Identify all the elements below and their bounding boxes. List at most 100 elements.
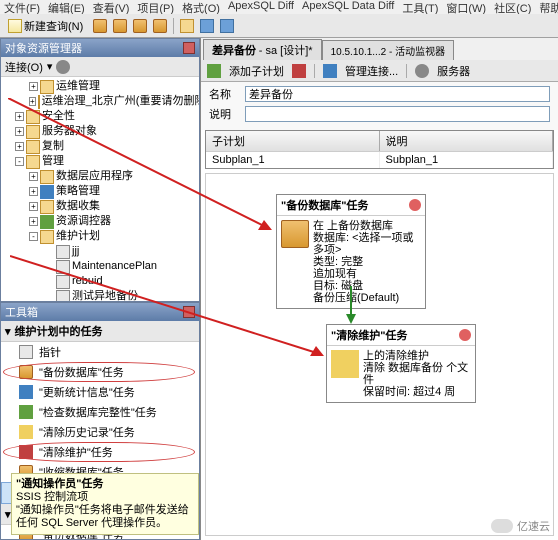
node-label: 策略管理: [56, 184, 100, 199]
menu-item[interactable]: 社区(C): [494, 0, 531, 14]
close-icon[interactable]: [183, 306, 195, 318]
grid-header[interactable]: 说明: [380, 131, 554, 151]
tree-node[interactable]: +安全性: [3, 109, 197, 124]
tree-node[interactable]: +运维治理_北京广州(重要请勿删除): [3, 94, 197, 109]
manage-connections-button[interactable]: 管理连接...: [345, 63, 398, 79]
tree-node[interactable]: +服务器对象: [3, 124, 197, 139]
toolbox-category[interactable]: ▾维护计划中的任务: [1, 321, 199, 342]
new-query-icon: [8, 19, 22, 33]
cloud-icon: [491, 519, 513, 533]
menu-item[interactable]: 项目(P): [137, 0, 174, 14]
expand-icon[interactable]: +: [29, 202, 38, 211]
menu-item[interactable]: ApexSQL Diff: [228, 0, 294, 14]
expand-icon[interactable]: +: [29, 97, 36, 106]
menu-item[interactable]: 格式(O): [182, 0, 220, 14]
toolbox-item[interactable]: 指针: [1, 342, 199, 362]
toolbox-item[interactable]: "更新统计信息"任务: [1, 382, 199, 402]
menu-item[interactable]: 工具(T): [402, 0, 438, 14]
tree-node[interactable]: +资源调控器: [3, 214, 197, 229]
task-label: "清除历史记录"任务: [39, 424, 135, 440]
node-icon: [26, 110, 40, 124]
expand-icon[interactable]: +: [15, 127, 24, 136]
node-label: MaintenancePlan: [72, 259, 157, 274]
expand-icon[interactable]: -: [29, 232, 38, 241]
object-explorer-panel: 对象资源管理器 连接(O)▾ +运维管理+运维治理_北京广州(重要请勿删除)+安…: [0, 38, 200, 302]
tree-node[interactable]: 测试异地备份: [3, 289, 197, 301]
task-icon: [19, 425, 33, 439]
tab-label: - sa [设计]*: [259, 45, 313, 57]
tree-node[interactable]: + 数据收集: [3, 199, 197, 214]
toolbox-item[interactable]: "清除维护"任务: [1, 442, 199, 462]
toolbox-item[interactable]: "清除历史记录"任务: [1, 422, 199, 442]
expand-icon[interactable]: +: [29, 217, 38, 226]
db-icon[interactable]: [153, 19, 167, 33]
node-label: 维护计划: [56, 229, 100, 244]
server-button[interactable]: 服务器: [437, 63, 470, 79]
grid-row[interactable]: Subplan_1 Subplan_1: [206, 151, 553, 168]
tree-node[interactable]: jjj: [3, 244, 197, 259]
db-icon[interactable]: [133, 19, 147, 33]
expand-icon[interactable]: +: [29, 82, 38, 91]
tree-node[interactable]: -管理: [3, 154, 197, 169]
new-query-button[interactable]: 新建查询(N): [4, 17, 87, 35]
connect-button[interactable]: 连接(O): [5, 59, 43, 75]
menu-item[interactable]: 文件(F): [4, 0, 40, 14]
tooltip-text: "通知操作员"任务将电子邮件发送给任何 SQL Server 代理操作员。: [16, 504, 189, 529]
task-icon: [19, 385, 33, 399]
tree-node[interactable]: - 维护计划: [3, 229, 197, 244]
new-query-label: 新建查询(N): [24, 18, 83, 34]
tooltip-title: "通知操作员"任务: [16, 478, 103, 490]
cleanup-task[interactable]: "清除维护"任务 上的清除维护 清除 数据库备份 个文件 保留时间: 超过4 周: [326, 324, 476, 403]
grid-header[interactable]: 子计划: [206, 131, 380, 151]
tree-node[interactable]: +复制: [3, 139, 197, 154]
task-label: "备份数据库"任务: [39, 364, 124, 380]
object-tree[interactable]: +运维管理+运维治理_北京广州(重要请勿删除)+安全性+服务器对象+复制-管理+…: [1, 77, 199, 301]
menu-bar: 文件(F) 编辑(E) 查看(V) 项目(P) 格式(O) ApexSQL Di…: [0, 0, 558, 14]
menu-item[interactable]: 编辑(E): [48, 0, 85, 14]
node-icon: [40, 200, 54, 214]
expand-icon[interactable]: +: [15, 142, 24, 151]
error-icon: [409, 199, 421, 211]
tree-node[interactable]: + 数据层应用程序: [3, 169, 197, 184]
delete-icon[interactable]: [292, 64, 306, 78]
node-icon: [40, 215, 54, 229]
subplan-grid[interactable]: 子计划 说明 Subplan_1 Subplan_1: [205, 130, 554, 169]
backup-database-task[interactable]: "备份数据库"任务 在 上备份数据库 数据库: <选择一项或多项> 类型: 完整…: [276, 194, 426, 309]
tab-item[interactable]: 差异备份 - sa [设计]*: [203, 39, 322, 60]
expand-icon[interactable]: +: [29, 172, 38, 181]
close-icon[interactable]: [183, 42, 195, 54]
tree-node[interactable]: + 运维管理: [3, 79, 197, 94]
menu-item[interactable]: 帮助(H): [539, 0, 558, 14]
db-icon[interactable]: [93, 19, 107, 33]
node-label: 数据层应用程序: [56, 169, 133, 184]
category-label: 维护计划中的任务: [15, 323, 103, 339]
open-icon[interactable]: [180, 19, 194, 33]
plan-desc-input[interactable]: [245, 106, 550, 122]
add-subplan-button[interactable]: 添加子计划: [229, 63, 284, 79]
menu-item[interactable]: 窗口(W): [446, 0, 486, 14]
toolbox-item[interactable]: "检查数据库完整性"任务: [1, 402, 199, 422]
db-icon[interactable]: [113, 19, 127, 33]
toolbox-item[interactable]: "备份数据库"任务: [1, 362, 199, 382]
tree-node[interactable]: rebuid: [3, 274, 197, 289]
node-icon: [40, 185, 54, 199]
node-label: 运维管理: [56, 79, 100, 94]
toolbox-panel: 工具箱 ▾维护计划中的任务 指针"备份数据库"任务"更新统计信息"任务"检查数据…: [0, 302, 200, 540]
error-icon: [459, 329, 471, 341]
design-canvas[interactable]: "备份数据库"任务 在 上备份数据库 数据库: <选择一项或多项> 类型: 完整…: [205, 173, 554, 536]
tree-node[interactable]: + 策略管理: [3, 184, 197, 199]
menu-item[interactable]: 查看(V): [93, 0, 130, 14]
menu-item[interactable]: ApexSQL Data Diff: [302, 0, 394, 14]
save-icon[interactable]: [200, 19, 214, 33]
expand-icon[interactable]: +: [29, 187, 38, 196]
expand-icon[interactable]: -: [15, 157, 24, 166]
plan-name-input[interactable]: [245, 86, 550, 102]
expand-icon[interactable]: +: [15, 112, 24, 121]
refresh-icon[interactable]: [56, 60, 70, 74]
node-icon: [38, 95, 40, 109]
save-all-icon[interactable]: [220, 19, 234, 33]
tree-node[interactable]: MaintenancePlan: [3, 259, 197, 274]
tab-item[interactable]: 10.5.10.1...2 - 活动监视器: [322, 40, 455, 60]
node-label: 数据收集: [56, 199, 100, 214]
main-toolbar: 新建查询(N): [0, 14, 558, 38]
